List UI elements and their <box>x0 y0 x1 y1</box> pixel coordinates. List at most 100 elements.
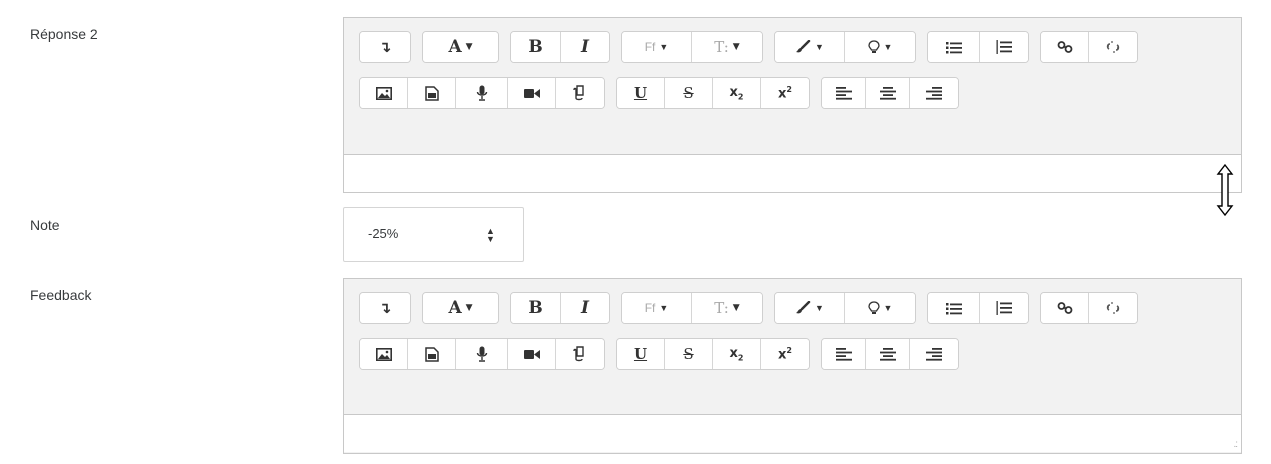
superscript-button[interactable]: x2 <box>761 78 809 108</box>
video-camera-icon <box>523 88 540 99</box>
show-more-icon: ↴ <box>378 300 392 317</box>
font-color-button[interactable]: A ▼ <box>423 32 498 62</box>
resize-grip-icon[interactable]: .: <box>1233 439 1237 450</box>
align-center-button[interactable] <box>866 78 910 108</box>
align-group <box>821 77 959 109</box>
italic-button[interactable]: I <box>561 32 609 62</box>
align-left-button[interactable] <box>822 339 866 369</box>
link-button[interactable] <box>1041 293 1089 323</box>
bullet-list-button[interactable] <box>928 32 980 62</box>
list-group <box>927 31 1029 63</box>
font-size-button[interactable]: T: ▼ <box>692 293 762 323</box>
font-family-button[interactable]: Ff ▼ <box>622 293 692 323</box>
insert-image-button[interactable] <box>360 339 408 369</box>
numbered-list-icon <box>996 301 1012 315</box>
underline-button[interactable]: U <box>617 339 665 369</box>
caret-down-icon: ▼ <box>815 42 824 52</box>
grade-select-value: -25% <box>368 226 399 241</box>
font-color-label: A <box>448 37 462 57</box>
highlight-button[interactable]: ▼ <box>845 32 915 62</box>
basic-format-group: B I <box>510 31 610 63</box>
background-color-button[interactable]: ▼ <box>775 32 845 62</box>
toolbar-row-2: U S x2 x2 <box>359 338 970 370</box>
superscript-button[interactable]: x2 <box>761 339 809 369</box>
list-group <box>927 292 1029 324</box>
lightbulb-icon <box>867 40 880 54</box>
toolbar-row-1: ↴ A ▼ B I Ff ▼ T: ▼ ▼ ▼ <box>359 292 1149 324</box>
highlight-button[interactable]: ▼ <box>845 293 915 323</box>
microphone-icon <box>476 346 488 362</box>
toolbar-row-2: U S x2 x2 <box>359 77 970 109</box>
record-video-button[interactable] <box>508 339 556 369</box>
toolbar-row-1: ↴ A ▼ B I Ff ▼ T: ▼ ▼ ▼ <box>359 31 1149 63</box>
bold-button[interactable]: B <box>511 293 561 323</box>
manage-files-icon <box>572 85 588 101</box>
show-more-button[interactable]: ↴ <box>360 293 410 323</box>
underline-button[interactable]: U <box>617 78 665 108</box>
font-color-label: A <box>448 298 462 318</box>
brush-icon <box>795 301 811 315</box>
text-style-group: A ▼ <box>422 292 499 324</box>
insert-media-button[interactable] <box>408 339 456 369</box>
link-icon <box>1057 40 1073 54</box>
bullet-list-button[interactable] <box>928 293 980 323</box>
grade-select[interactable]: -25% ▲ ▼ <box>343 207 524 262</box>
brush-icon <box>795 40 811 54</box>
image-icon <box>375 347 392 361</box>
numbered-list-button[interactable] <box>980 293 1028 323</box>
unlink-icon <box>1105 39 1121 55</box>
align-right-button[interactable] <box>910 78 958 108</box>
link-group <box>1040 31 1138 63</box>
superscript-label: x2 <box>778 84 792 102</box>
show-more-icon: ↴ <box>378 39 392 56</box>
align-right-icon <box>926 86 942 100</box>
bold-button[interactable]: B <box>511 32 561 62</box>
align-left-icon <box>835 86 852 100</box>
show-more-button[interactable]: ↴ <box>360 32 410 62</box>
insert-image-button[interactable] <box>360 78 408 108</box>
font-family-button[interactable]: Ff ▼ <box>622 32 692 62</box>
unlink-button[interactable] <box>1089 32 1137 62</box>
caret-down-icon: ▼ <box>883 42 893 52</box>
media-icon <box>424 85 439 101</box>
record-video-button[interactable] <box>508 78 556 108</box>
strikethrough-button[interactable]: S <box>665 339 713 369</box>
manage-files-button[interactable] <box>556 78 604 108</box>
italic-button[interactable]: I <box>561 293 609 323</box>
unlink-button[interactable] <box>1089 293 1137 323</box>
insert-group <box>359 77 605 109</box>
background-color-button[interactable]: ▼ <box>775 293 845 323</box>
unlink-icon <box>1105 300 1121 316</box>
align-left-button[interactable] <box>822 78 866 108</box>
grade-label: Note <box>30 217 60 233</box>
align-center-icon <box>879 86 896 100</box>
font-color-button[interactable]: A ▼ <box>423 293 498 323</box>
align-right-button[interactable] <box>910 339 958 369</box>
font-size-button[interactable]: T: ▼ <box>692 32 762 62</box>
subscript-button[interactable]: x2 <box>713 78 761 108</box>
subscript-button[interactable]: x2 <box>713 339 761 369</box>
strike-label: S <box>683 345 694 363</box>
media-icon <box>424 346 439 362</box>
record-audio-button[interactable] <box>456 78 508 108</box>
insert-media-button[interactable] <box>408 78 456 108</box>
numbered-list-button[interactable] <box>980 32 1028 62</box>
basic-format-group: B I <box>510 292 610 324</box>
collapse-group: ↴ <box>359 292 411 324</box>
feedback-editor-content[interactable]: .: <box>344 414 1241 452</box>
caret-down-icon: ▼ <box>659 303 669 313</box>
caret-down-icon: ▼ <box>465 303 473 313</box>
sort-arrows-icon: ▲ ▼ <box>486 226 495 244</box>
answer-editor-content[interactable] <box>344 154 1241 192</box>
microphone-icon <box>476 85 488 101</box>
font-family-label: Ff <box>644 40 656 54</box>
link-button[interactable] <box>1041 32 1089 62</box>
strikethrough-button[interactable]: S <box>665 78 713 108</box>
italic-label: I <box>581 37 589 57</box>
record-audio-button[interactable] <box>456 339 508 369</box>
align-center-button[interactable] <box>866 339 910 369</box>
font-size-label: T: <box>714 38 729 56</box>
caret-down-icon: ▼ <box>815 303 824 313</box>
manage-files-button[interactable] <box>556 339 604 369</box>
caret-down-icon: ▼ <box>883 303 893 313</box>
